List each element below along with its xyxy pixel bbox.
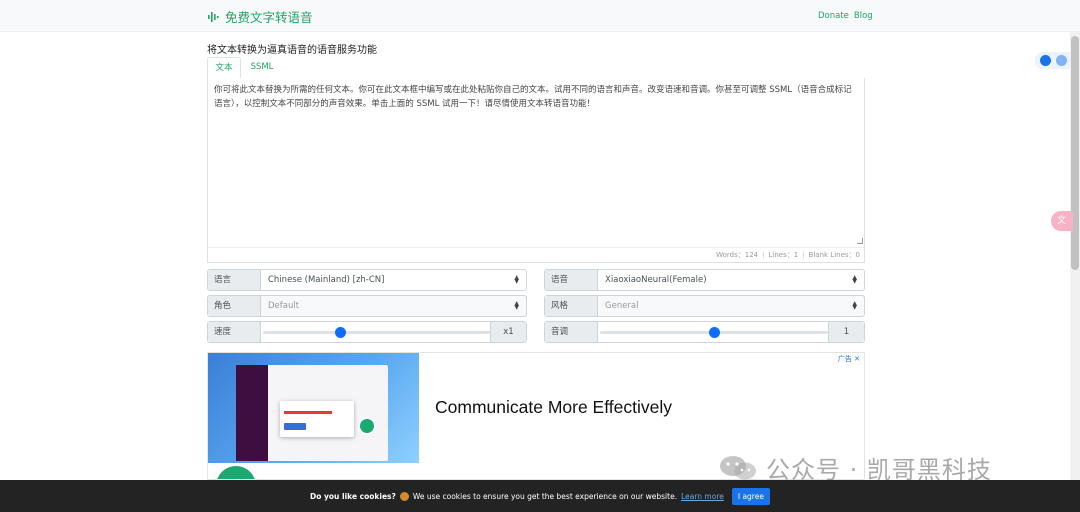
tab-text[interactable]: 文本 [207, 57, 241, 79]
nav-links: Donate Blog [818, 11, 878, 21]
resize-handle-icon[interactable] [857, 238, 863, 244]
language-label: 语言 [208, 270, 261, 290]
tab-ssml[interactable]: SSML [247, 57, 277, 79]
word-count: Words：124 [716, 251, 759, 259]
ad-logo [216, 466, 256, 479]
select-caret-icon: ▲ ▼ [852, 300, 857, 311]
pitch-control: 音调 1 [544, 321, 865, 343]
pitch-label: 音调 [545, 322, 598, 342]
voice-value: XiaoxiaoNeural(Female) [605, 275, 707, 285]
cookie-message: We use cookies to ensure you get the bes… [412, 491, 678, 501]
editor-textarea[interactable]: 你可将此文本替换为所需的任何文本。你可在此文本框中编写或在此处粘贴你自己的文本。… [214, 83, 858, 111]
role-value: Default [268, 301, 300, 311]
speed-value: x1 [490, 322, 526, 342]
assistant-secondary-icon [1056, 55, 1067, 66]
role-label: 角色 [208, 296, 261, 316]
ad-close-badge[interactable]: 广告 ✕ [838, 354, 860, 364]
editor-stats: Words：124 | Lines：1 | Blank Lines：0 [208, 247, 864, 262]
page-scrollbar[interactable] [1070, 32, 1080, 480]
scrollbar-thumb[interactable] [1071, 36, 1079, 270]
cookie-learn-more-link[interactable]: Learn more [681, 492, 724, 501]
language-select[interactable]: 语言 Chinese (Mainland) [zh-CN] ▲ ▼ [207, 269, 527, 291]
language-value: Chinese (Mainland) [zh-CN] [268, 275, 385, 285]
voice-select[interactable]: 语音 XiaoxiaoNeural(Female) ▲ ▼ [544, 269, 865, 291]
ad-dialog [280, 401, 354, 437]
select-caret-icon: ▲ ▼ [514, 274, 519, 285]
style-label: 风格 [545, 296, 598, 316]
floating-assistant-button[interactable] [1035, 52, 1071, 69]
style-select[interactable]: 风格 General ▲ ▼ [544, 295, 865, 317]
translate-float-button[interactable]: 文 [1051, 211, 1073, 231]
cookie-banner: Do you like cookies? We use cookies to e… [0, 480, 1080, 512]
grammarly-icon [358, 417, 376, 435]
line-count: Lines：1 [768, 251, 799, 259]
slider-thumb[interactable] [708, 327, 720, 338]
select-caret-icon: ▲ ▼ [852, 274, 857, 285]
select-caret-icon: ▲ ▼ [514, 300, 519, 311]
nav-link-donate[interactable]: Donate [818, 11, 849, 21]
brand-name: 免费文字转语音 [225, 10, 313, 25]
slider-thumb[interactable] [335, 327, 347, 338]
soundwave-icon [208, 11, 219, 22]
assistant-icon [1040, 55, 1051, 66]
speed-label: 速度 [208, 322, 261, 342]
ad-image[interactable] [208, 353, 419, 463]
nav-link-blog[interactable]: Blog [854, 11, 873, 21]
speed-control: 速度 x1 [207, 321, 527, 343]
voice-label: 语音 [545, 270, 598, 290]
style-value: General [605, 301, 639, 311]
text-editor[interactable]: 你可将此文本替换为所需的任何文本。你可在此文本框中编写或在此处粘贴你自己的文本。… [207, 78, 865, 263]
tab-bar: 文本 SSML [207, 57, 865, 79]
cookie-emoji-icon [399, 491, 409, 501]
navbar: 免费文字转语音 Donate Blog [0, 0, 1080, 32]
cookie-agree-button[interactable]: I agree [731, 487, 770, 505]
ad-headline[interactable]: Communicate More Effectively [435, 397, 672, 418]
brand[interactable]: 免费文字转语音 [207, 7, 313, 26]
page-title: 将文本转换为逼真语音的语音服务功能 [207, 45, 377, 56]
blank-line-count: Blank Lines：0 [808, 251, 860, 259]
cookie-question: Do you like cookies? [310, 491, 396, 501]
pitch-value: 1 [828, 322, 864, 342]
role-select[interactable]: 角色 Default ▲ ▼ [207, 295, 527, 317]
wechat-icon [720, 455, 756, 479]
slider-track[interactable] [263, 331, 491, 334]
